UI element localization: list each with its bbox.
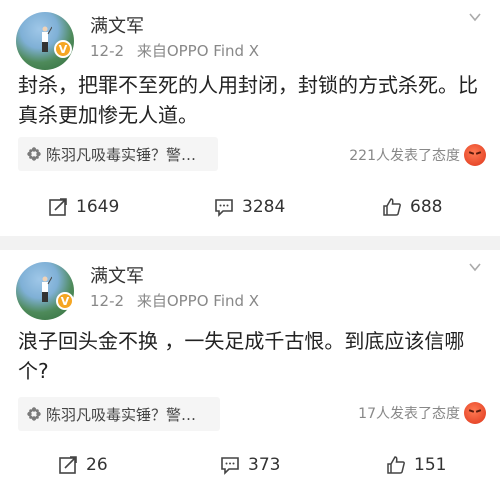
weibo-post: V 满文军 12-2 来自OPPO Find X 浪子回头金不换 ，一失足成千古…	[0, 250, 500, 494]
comment-button[interactable]: 3284	[214, 197, 285, 217]
comment-icon	[221, 457, 239, 475]
topic-label: 陈羽凡吸毒实锤？警…	[46, 145, 197, 164]
content-line: 真杀更加惨无人道。	[18, 103, 198, 127]
golfer-figure	[42, 276, 52, 302]
thumbs-up-icon	[383, 198, 401, 216]
repost-icon	[59, 456, 77, 474]
repost-button[interactable]: 1649	[48, 197, 119, 217]
chevron-down-icon[interactable]	[468, 10, 482, 24]
comment-icon	[215, 199, 233, 217]
flower-icon	[27, 407, 41, 421]
post-meta: 12-2 来自OPPO Find X	[90, 40, 259, 61]
reaction-summary[interactable]: 17人发表了态度	[358, 402, 486, 424]
comment-count: 373	[248, 455, 281, 475]
like-button[interactable]: 688	[382, 197, 442, 217]
repost-icon	[49, 198, 67, 216]
verified-badge-icon: V	[54, 40, 72, 58]
post-content: 封杀，把罪不至死的人用封闭，封锁的方式杀死。比 真杀更加惨无人道。	[18, 70, 484, 130]
post-date: 12-2	[90, 292, 125, 310]
action-bar: 1649 3284 688	[0, 192, 500, 222]
post-content: 浪子回头金不换 ，一失足成千古恨。到底应该信哪 个?	[18, 326, 484, 386]
angry-emoji-icon	[464, 144, 486, 166]
thumbs-up-icon	[387, 456, 405, 474]
verified-badge-icon: V	[56, 292, 74, 310]
reaction-text: 17人发表了态度	[358, 406, 460, 422]
post-date: 12-2	[90, 42, 125, 60]
username[interactable]: 满文军	[90, 262, 144, 288]
like-count: 151	[414, 455, 447, 475]
repost-count: 1649	[76, 197, 120, 217]
post-separator	[0, 236, 500, 250]
topic-chip[interactable]: 陈羽凡吸毒实锤？警…	[18, 137, 218, 171]
weibo-post: V 满文军 12-2 来自OPPO Find X 封杀，把罪不至死的人用封闭，封…	[0, 0, 500, 236]
avatar[interactable]	[16, 262, 74, 320]
reaction-summary[interactable]: 221人发表了态度	[349, 144, 486, 166]
topic-chip[interactable]: 陈羽凡吸毒实锤？警…	[18, 397, 220, 431]
like-button[interactable]: 151	[386, 455, 446, 475]
action-bar: 26 373 151	[0, 450, 500, 480]
username[interactable]: 满文军	[90, 12, 144, 38]
topic-label: 陈羽凡吸毒实锤？警…	[46, 405, 197, 424]
repost-button[interactable]: 26	[58, 455, 108, 475]
comment-button[interactable]: 373	[220, 455, 280, 475]
post-meta: 12-2 来自OPPO Find X	[90, 290, 259, 311]
content-line: 浪子回头金不换 ，一失足成千古恨。到底应该信哪	[18, 329, 465, 353]
repost-count: 26	[86, 455, 108, 475]
angry-emoji-icon	[464, 402, 486, 424]
content-line: 个?	[18, 359, 49, 383]
chevron-down-icon[interactable]	[468, 260, 482, 274]
comment-count: 3284	[242, 197, 286, 217]
post-source: 来自OPPO Find X	[136, 42, 260, 60]
like-count: 688	[410, 197, 443, 217]
content-line: 封杀，把罪不至死的人用封闭，封锁的方式杀死。比	[18, 73, 478, 97]
post-source: 来自OPPO Find X	[136, 292, 260, 310]
golfer-figure	[42, 26, 52, 52]
reaction-text: 221人发表了态度	[349, 148, 460, 164]
flower-icon	[27, 147, 41, 161]
